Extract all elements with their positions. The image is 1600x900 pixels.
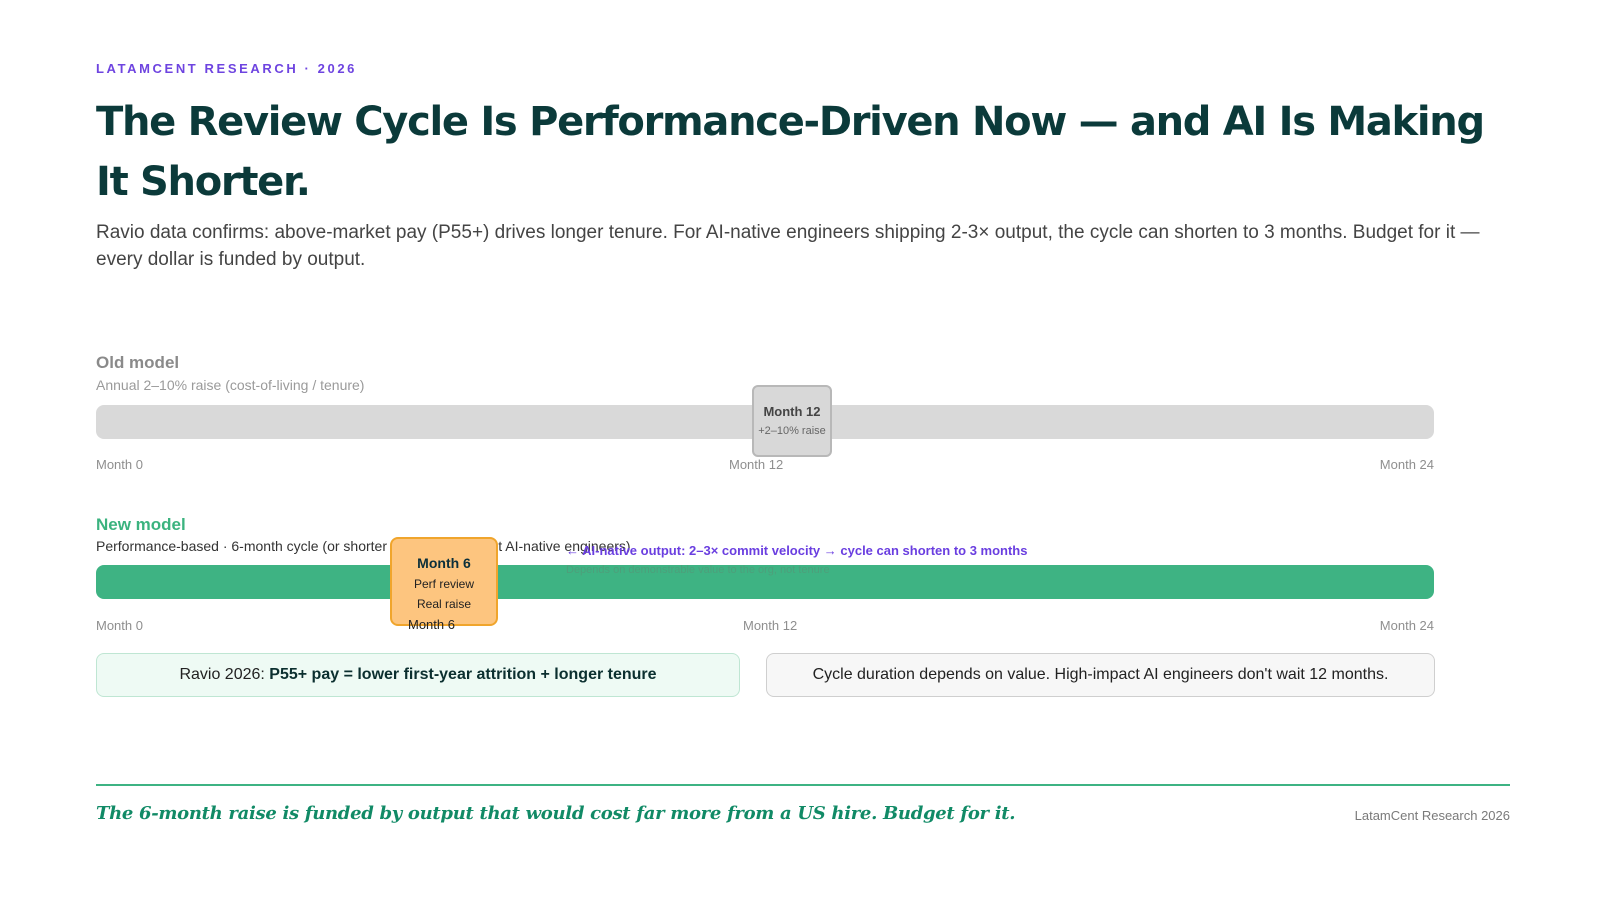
eyebrow-label: LATAMCENT RESEARCH · 2026 xyxy=(96,61,357,76)
new-tick-month-0: Month 0 xyxy=(96,618,143,633)
new-tick-month-6: Month 6 xyxy=(408,617,455,632)
footer-credit: LatamCent Research 2026 xyxy=(1354,808,1510,823)
ai-native-subnote: Depends on demonstrable value to the org… xyxy=(566,564,830,576)
ravio-callout-prefix: Ravio 2026: xyxy=(179,666,270,683)
old-tick-month-0: Month 0 xyxy=(96,457,143,472)
old-marker-title: Month 12 xyxy=(763,404,821,419)
new-marker-real-raise: Real raise xyxy=(416,597,472,611)
new-model-marker: Month 6 Perf review Real raise xyxy=(390,537,498,626)
new-model-label: New model xyxy=(96,515,186,534)
old-tick-month-24: Month 24 xyxy=(1379,457,1434,472)
new-model-sublabel: Performance-based · 6-month cycle (or sh… xyxy=(96,538,631,554)
new-marker-perf-review: Perf review xyxy=(413,577,475,591)
ai-native-annotation: ← AI-native output: 2–3× commit velocity… xyxy=(566,543,1028,558)
old-marker-subtitle: +2–10% raise xyxy=(758,425,826,437)
ravio-callout-box: Ravio 2026: P55+ pay = lower first-year … xyxy=(96,653,740,697)
ravio-callout-bold: P55+ pay = lower first-year attrition + … xyxy=(269,666,657,683)
old-model-label: Old model xyxy=(96,353,180,372)
footer-quote: The 6-month raise is funded by output th… xyxy=(96,803,1016,824)
new-tick-month-24: Month 24 xyxy=(1379,618,1434,633)
new-marker-title: Month 6 xyxy=(417,555,471,571)
new-tick-month-12: Month 12 xyxy=(743,618,798,633)
old-model-marker: Month 12 +2–10% raise xyxy=(752,385,832,457)
old-model-sublabel: Annual 2–10% raise (cost-of-living / ten… xyxy=(96,377,365,393)
cycle-duration-box: Cycle duration depends on value. High-im… xyxy=(766,653,1435,697)
page-subtitle: Ravio data confirms: above-market pay (P… xyxy=(96,222,1480,270)
old-tick-month-12: Month 12 xyxy=(729,457,784,472)
page-title: The Review Cycle Is Performance-Driven N… xyxy=(96,99,1485,205)
footer-divider xyxy=(96,784,1510,786)
